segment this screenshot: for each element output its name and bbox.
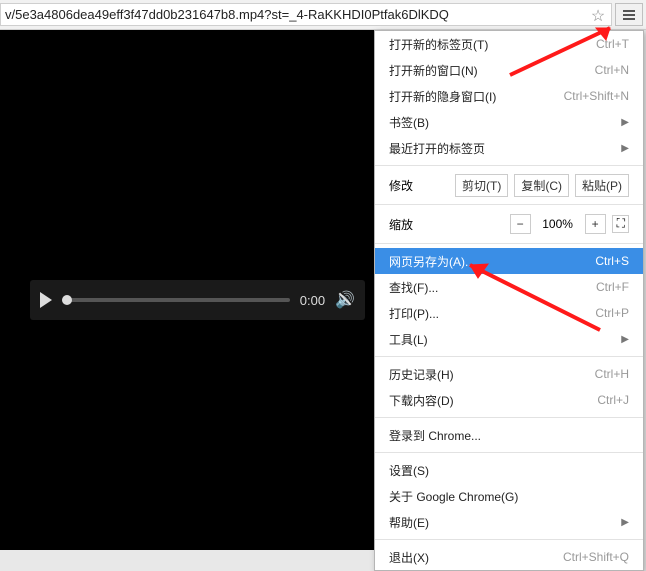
chevron-right-icon: ▶ bbox=[621, 517, 629, 528]
menu-shortcut: Ctrl+N bbox=[595, 63, 629, 77]
menu-label: 关于 Google Chrome(G) bbox=[389, 488, 629, 505]
menu-label: 书签(B) bbox=[389, 114, 613, 131]
menu-label: 打开新的隐身窗口(I) bbox=[389, 88, 564, 105]
menu-recent-tabs[interactable]: 最近打开的标签页 ▶ bbox=[375, 135, 643, 161]
chrome-main-menu: 打开新的标签页(T) Ctrl+T 打开新的窗口(N) Ctrl+N 打开新的隐… bbox=[374, 30, 644, 571]
video-controls: 0:00 🔊 bbox=[30, 280, 365, 320]
menu-label: 缩放 bbox=[389, 216, 504, 233]
menu-label: 登录到 Chrome... bbox=[389, 427, 629, 444]
menu-signin[interactable]: 登录到 Chrome... bbox=[375, 422, 643, 448]
video-time: 0:00 bbox=[300, 293, 325, 308]
menu-edit-row: 修改 剪切(T) 复制(C) 粘贴(P) bbox=[375, 170, 643, 200]
menu-shortcut: Ctrl+P bbox=[595, 306, 629, 320]
menu-separator bbox=[375, 417, 643, 418]
menu-shortcut: Ctrl+Shift+Q bbox=[563, 550, 629, 564]
menu-new-window[interactable]: 打开新的窗口(N) Ctrl+N bbox=[375, 57, 643, 83]
menu-label: 打印(P)... bbox=[389, 305, 595, 322]
copy-button[interactable]: 复制(C) bbox=[514, 174, 569, 197]
url-text: v/5e3a4806dea49eff3f47dd0b231647b8.mp4?s… bbox=[5, 7, 449, 22]
menu-label: 下载内容(D) bbox=[389, 392, 597, 409]
menu-print[interactable]: 打印(P)... Ctrl+P bbox=[375, 300, 643, 326]
menu-tools[interactable]: 工具(L) ▶ bbox=[375, 326, 643, 352]
bookmark-star-icon[interactable]: ☆ bbox=[589, 6, 607, 24]
chevron-right-icon: ▶ bbox=[621, 117, 629, 128]
video-area: 0:00 🔊 bbox=[0, 30, 375, 550]
hamburger-menu-button[interactable] bbox=[615, 3, 643, 26]
play-icon[interactable] bbox=[40, 292, 52, 308]
paste-button[interactable]: 粘贴(P) bbox=[575, 174, 629, 197]
menu-separator bbox=[375, 204, 643, 205]
menu-downloads[interactable]: 下载内容(D) Ctrl+J bbox=[375, 387, 643, 413]
zoom-in-button[interactable]: + bbox=[585, 214, 606, 234]
browser-toolbar: v/5e3a4806dea49eff3f47dd0b231647b8.mp4?s… bbox=[0, 0, 646, 30]
menu-shortcut: Ctrl+T bbox=[596, 37, 629, 51]
menu-label: 查找(F)... bbox=[389, 279, 596, 296]
zoom-percent: 100% bbox=[537, 217, 579, 231]
mute-icon[interactable]: 🔊 bbox=[335, 290, 355, 310]
menu-shortcut: Ctrl+Shift+N bbox=[564, 89, 629, 103]
menu-label: 打开新的窗口(N) bbox=[389, 62, 595, 79]
address-bar[interactable]: v/5e3a4806dea49eff3f47dd0b231647b8.mp4?s… bbox=[0, 3, 612, 26]
menu-label: 最近打开的标签页 bbox=[389, 140, 613, 157]
chevron-right-icon: ▶ bbox=[621, 334, 629, 345]
menu-label: 退出(X) bbox=[389, 549, 563, 566]
menu-separator bbox=[375, 165, 643, 166]
menu-label: 工具(L) bbox=[389, 331, 613, 348]
menu-history[interactable]: 历史记录(H) Ctrl+H bbox=[375, 361, 643, 387]
menu-label: 修改 bbox=[389, 177, 449, 194]
menu-shortcut: Ctrl+J bbox=[597, 393, 629, 407]
chevron-right-icon: ▶ bbox=[621, 143, 629, 154]
menu-separator bbox=[375, 243, 643, 244]
menu-settings[interactable]: 设置(S) bbox=[375, 457, 643, 483]
menu-incognito[interactable]: 打开新的隐身窗口(I) Ctrl+Shift+N bbox=[375, 83, 643, 109]
menu-shortcut: Ctrl+H bbox=[595, 367, 629, 381]
menu-exit[interactable]: 退出(X) Ctrl+Shift+Q bbox=[375, 544, 643, 570]
video-seek-slider[interactable] bbox=[62, 298, 290, 302]
menu-separator bbox=[375, 452, 643, 453]
menu-label: 帮助(E) bbox=[389, 514, 613, 531]
fullscreen-icon[interactable]: ⛶ bbox=[612, 215, 629, 233]
menu-label: 设置(S) bbox=[389, 462, 629, 479]
menu-zoom-row: 缩放 − 100% + ⛶ bbox=[375, 209, 643, 239]
menu-separator bbox=[375, 356, 643, 357]
menu-shortcut: Ctrl+F bbox=[596, 280, 629, 294]
zoom-out-button[interactable]: − bbox=[510, 214, 531, 234]
menu-help[interactable]: 帮助(E) ▶ bbox=[375, 509, 643, 535]
menu-about[interactable]: 关于 Google Chrome(G) bbox=[375, 483, 643, 509]
menu-label: 历史记录(H) bbox=[389, 366, 595, 383]
menu-label: 网页另存为(A)... bbox=[389, 253, 595, 270]
menu-separator bbox=[375, 539, 643, 540]
cut-button[interactable]: 剪切(T) bbox=[455, 174, 508, 197]
menu-shortcut: Ctrl+S bbox=[595, 254, 629, 268]
menu-find[interactable]: 查找(F)... Ctrl+F bbox=[375, 274, 643, 300]
menu-label: 打开新的标签页(T) bbox=[389, 36, 596, 53]
menu-save-as[interactable]: 网页另存为(A)... Ctrl+S bbox=[375, 248, 643, 274]
menu-new-tab[interactable]: 打开新的标签页(T) Ctrl+T bbox=[375, 31, 643, 57]
hamburger-icon bbox=[621, 7, 637, 23]
menu-bookmarks[interactable]: 书签(B) ▶ bbox=[375, 109, 643, 135]
